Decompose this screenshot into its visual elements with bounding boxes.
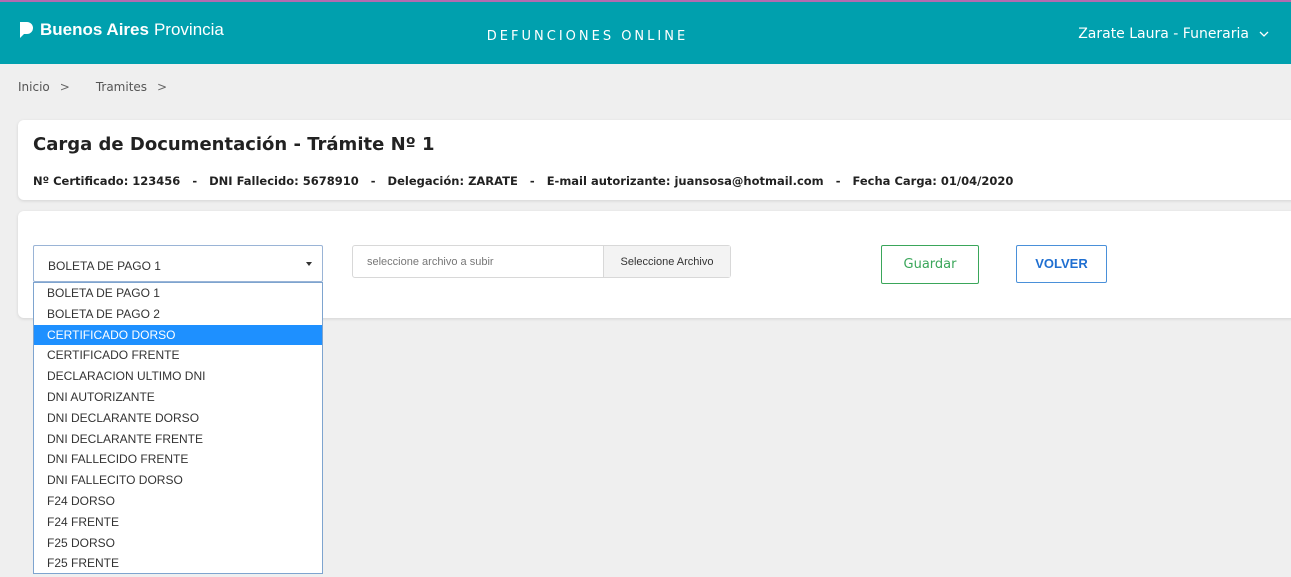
breadcrumb-item-inicio[interactable]: Inicio bbox=[18, 80, 50, 94]
meta-label-certificado: Nº Certificado: bbox=[33, 174, 129, 188]
certificate-meta: Nº Certificado: 123456 - DNI Fallecido: 56… bbox=[33, 174, 1013, 188]
select-option[interactable]: DNI FALLECITO DORSO bbox=[34, 470, 322, 491]
document-type-options[interactable]: BOLETA DE PAGO 1 BOLETA DE PAGO 2 CERTIF… bbox=[33, 282, 323, 574]
select-option[interactable]: F25 FRENTE bbox=[34, 553, 322, 574]
select-option-highlighted[interactable]: CERTIFICADO DORSO bbox=[34, 324, 322, 346]
page-title: Carga de Documentación - Trámite Nº 1 bbox=[33, 134, 435, 155]
select-option[interactable]: F25 DORSO bbox=[34, 533, 322, 554]
back-button[interactable]: VOLVER bbox=[1016, 245, 1107, 283]
breadcrumb: Inicio > Tramites > bbox=[18, 80, 193, 94]
meta-value-dni: 5678910 bbox=[302, 174, 359, 188]
file-upload-input[interactable]: seleccione archivo a subir Seleccione Ar… bbox=[352, 245, 731, 278]
breadcrumb-separator: > bbox=[157, 80, 168, 94]
select-option[interactable]: DNI DECLARANTE DORSO bbox=[34, 408, 322, 429]
meta-separator: - bbox=[370, 174, 376, 188]
select-option[interactable]: BOLETA DE PAGO 1 bbox=[34, 283, 322, 304]
file-input-placeholder[interactable]: seleccione archivo a subir bbox=[353, 246, 603, 277]
meta-label-dni: DNI Fallecido: bbox=[209, 174, 299, 188]
meta-label-email: E-mail autorizante: bbox=[546, 174, 671, 188]
top-navbar: Buenos Aires Provincia DEFUNCIONES ONLIN… bbox=[0, 0, 1291, 64]
breadcrumb-item-tramites[interactable]: Tramites bbox=[96, 80, 147, 94]
meta-value-fecha: 01/04/2020 bbox=[940, 174, 1014, 188]
meta-value-delegacion: ZARATE bbox=[468, 174, 518, 188]
meta-label-fecha: Fecha Carga: bbox=[852, 174, 937, 188]
select-option[interactable]: DNI AUTORIZANTE bbox=[34, 387, 322, 408]
user-name: Zarate Laura - Funeraria bbox=[1078, 26, 1249, 42]
summary-card: Carga de Documentación - Trámite Nº 1 Nº… bbox=[18, 120, 1291, 200]
meta-label-delegacion: Delegación: bbox=[387, 174, 465, 188]
meta-separator: - bbox=[529, 174, 535, 188]
select-option[interactable]: DNI FALLECIDO FRENTE bbox=[34, 449, 322, 470]
select-option[interactable]: BOLETA DE PAGO 2 bbox=[34, 304, 322, 325]
select-option[interactable]: F24 FRENTE bbox=[34, 512, 322, 533]
caret-down-icon bbox=[306, 262, 312, 266]
meta-separator: - bbox=[192, 174, 198, 188]
save-button[interactable]: Guardar bbox=[881, 245, 979, 284]
meta-separator: - bbox=[835, 174, 841, 188]
app-title: DEFUNCIONES ONLINE bbox=[486, 29, 689, 44]
breadcrumb-separator: > bbox=[59, 80, 70, 94]
select-option[interactable]: F24 DORSO bbox=[34, 491, 322, 512]
meta-value-certificado: 123456 bbox=[132, 174, 181, 188]
select-option[interactable]: DNI DECLARANTE FRENTE bbox=[34, 429, 322, 450]
document-type-selected-value: BOLETA DE PAGO 1 bbox=[48, 259, 161, 273]
meta-value-email: juansosa@hotmail.com bbox=[674, 174, 824, 188]
document-type-select[interactable]: BOLETA DE PAGO 1 bbox=[33, 245, 323, 282]
select-file-button[interactable]: Seleccione Archivo bbox=[603, 246, 730, 277]
select-option[interactable]: CERTIFICADO FRENTE bbox=[34, 345, 322, 366]
select-option[interactable]: DECLARACION ULTIMO DNI bbox=[34, 366, 322, 387]
user-menu[interactable]: Zarate Laura - Funeraria bbox=[1078, 26, 1269, 42]
chevron-down-icon bbox=[1259, 31, 1269, 37]
